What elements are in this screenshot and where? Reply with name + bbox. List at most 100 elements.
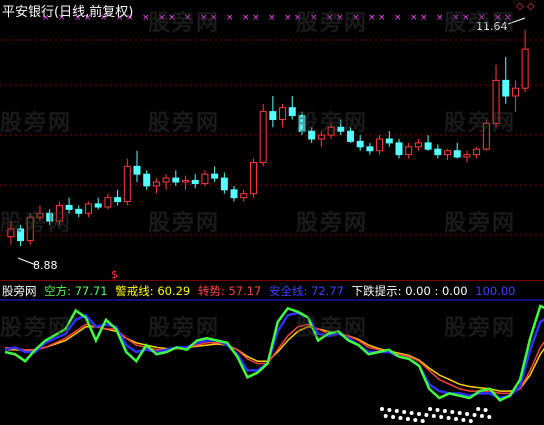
candle-body: [482, 122, 490, 150]
signal-dot: [417, 412, 421, 416]
x-mark: ×: [452, 13, 460, 23]
candle-body: [220, 177, 228, 191]
candle-body: [376, 138, 384, 152]
legend-zhuanshi: 转势: 57.17: [197, 284, 262, 298]
candle-body: [317, 134, 325, 140]
legend-jingjie: 警戒线: 60.29: [115, 284, 191, 298]
signal-dot: [424, 413, 429, 417]
candle-body: [230, 189, 238, 199]
x-mark: ×: [394, 13, 402, 23]
signal-dot: [420, 419, 425, 423]
price-chart-panel[interactable]: × × × × × × × × × × × × × × × × × × × × × × × × × × × × × × × × × ×: [0, 0, 544, 280]
candle-body: [502, 79, 510, 97]
candle-body: [444, 150, 452, 156]
x-mark: ×: [352, 13, 360, 23]
x-mark: ×: [184, 13, 192, 23]
signal-dot: [454, 417, 458, 421]
signal-dot: [391, 415, 396, 419]
candle-body: [55, 204, 63, 222]
x-mark: ×: [210, 13, 218, 23]
signal-dot: [405, 417, 410, 421]
candle-body: [346, 130, 354, 142]
signal-dot: [431, 414, 436, 418]
price-low-label: 8.88: [33, 259, 58, 272]
price-chart[interactable]: × × × × × × × × × × × × × × × × × × × × × × × × × × × × × × × × × ×: [0, 0, 544, 280]
x-mark: ×: [226, 13, 234, 23]
candle-body: [152, 181, 160, 187]
candle-body: [405, 146, 413, 156]
x-mark: ×: [378, 13, 386, 23]
signal-dot: [398, 416, 403, 420]
signal-dot: [450, 410, 455, 414]
candle-body: [162, 177, 170, 183]
signal-dot: [446, 416, 451, 420]
x-mark: ×: [252, 13, 260, 23]
legend-xiadie: 下跌提示: 0.00 : 0.00: [351, 284, 468, 298]
indicator-name: 股旁网: [2, 284, 37, 298]
signal-dot: [428, 407, 433, 411]
candle-body: [473, 148, 481, 156]
signal-dot: [487, 415, 492, 419]
candle-body: [75, 208, 83, 214]
candle-body: [240, 193, 248, 199]
x-mark: ×: [326, 13, 334, 23]
candle-body: [298, 115, 306, 132]
candle-body: [492, 79, 500, 124]
candle-body: [453, 150, 461, 158]
candle-body: [17, 228, 25, 242]
candle-body: [269, 111, 277, 120]
candle-body: [26, 216, 34, 242]
candle-body: [104, 197, 112, 208]
candle-body: [511, 87, 519, 97]
candle-body: [143, 173, 151, 187]
candle-body: [133, 165, 141, 175]
x-mark: ×: [310, 13, 318, 23]
candle-body: [36, 212, 44, 218]
x-mark: ×: [336, 13, 344, 23]
x-mark: ×: [242, 13, 250, 23]
signal-dot: [402, 410, 407, 414]
candle-body: [94, 203, 102, 208]
candle-body: [521, 48, 529, 89]
x-mark: ×: [142, 13, 150, 23]
candle-body: [46, 212, 54, 222]
candle-body: [211, 173, 219, 179]
signal-dot: [435, 408, 440, 412]
signal-dot: [439, 415, 444, 419]
candle-body: [7, 228, 15, 238]
x-mark: ×: [368, 13, 376, 23]
signal-dot: [413, 418, 418, 422]
signal-icon: $: [111, 268, 118, 281]
candle-body: [182, 179, 190, 183]
signal-dot: [387, 408, 392, 412]
legend-kongfang: 空方: 77.71: [44, 284, 108, 298]
indicator-chart[interactable]: [0, 281, 544, 425]
signal-dot: [461, 418, 466, 422]
x-mark: ×: [284, 13, 292, 23]
indicator-panel[interactable]: [0, 281, 544, 425]
candle-body: [201, 173, 209, 185]
signal-dot: [380, 407, 384, 411]
candle-body: [172, 177, 180, 183]
signal-dot: [457, 411, 462, 415]
x-mark: ×: [462, 13, 470, 23]
legend-last-value: 100.00: [475, 284, 516, 298]
indicator-legend: 股旁网 空方: 77.71 警戒线: 60.29 转势: 57.17 安全线: …: [2, 283, 520, 299]
chart-title: 平安银行(日线,前复权): [2, 5, 134, 20]
candle-body: [65, 204, 73, 210]
candle-body: [249, 161, 257, 195]
candle-body: [288, 107, 296, 117]
legend-anquan: 安全线: 72.77: [269, 284, 344, 298]
x-mark: ×: [436, 13, 444, 23]
signal-dot: [483, 408, 488, 412]
x-mark: ×: [294, 13, 302, 23]
candle-body: [356, 140, 364, 148]
x-mark: ×: [410, 13, 418, 23]
x-mark: ×: [420, 13, 428, 23]
candle-body: [385, 138, 393, 144]
candle-body: [123, 165, 131, 203]
price-high-label: 11.64: [476, 20, 508, 33]
candle-body: [395, 142, 403, 156]
candle-body: [337, 126, 345, 132]
candle-body: [191, 179, 199, 185]
